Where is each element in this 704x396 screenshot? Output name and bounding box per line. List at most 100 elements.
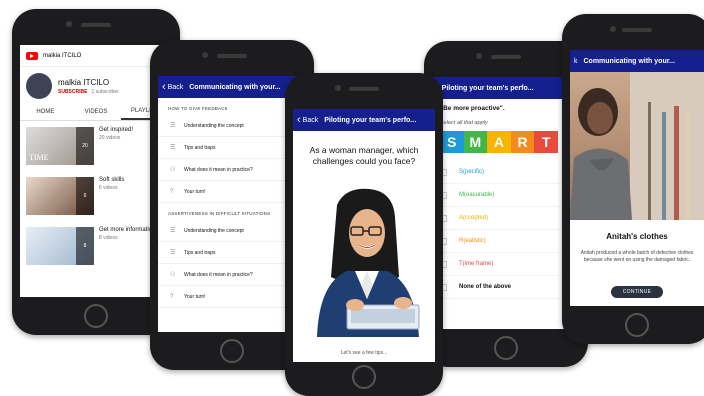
continue-button[interactable]: CONTINUE [611, 286, 663, 298]
section-heading: HOW TO GIVE FEEDBACK [168, 106, 228, 111]
people-icon: ⚇ [170, 167, 176, 173]
question-icon: ? [170, 293, 174, 300]
avatar[interactable] [26, 73, 52, 99]
playlist-count: 8 [76, 227, 94, 265]
question-text: As a woman manager, which challenges cou… [309, 145, 419, 167]
subscriber-count: 1 subscriber [91, 88, 119, 95]
list-icon: ☰ [170, 250, 176, 256]
smart-letter-a: A [487, 131, 511, 153]
answer-option[interactable]: A(ccepted) [432, 207, 580, 230]
option-label: R(ealistic) [459, 238, 486, 244]
camera [202, 52, 208, 58]
scenario-screen: k Communicating with your... Anitah's cl… [570, 50, 704, 306]
channel-name-top: malkia ITCILO [43, 52, 82, 59]
tab-home[interactable]: HOME [20, 105, 71, 119]
lesson-item[interactable]: ? Your turn! [158, 181, 306, 203]
back-button[interactable]: k [574, 58, 578, 65]
lesson-label: Tips and traps [184, 249, 216, 256]
speaker [491, 55, 521, 59]
option-label: None of the above [459, 284, 512, 290]
speaker [622, 28, 652, 32]
lesson-label: What does it mean in practice? [184, 271, 253, 278]
woman-photo-illustration [570, 72, 704, 220]
list-icon: ☰ [170, 228, 176, 234]
lesson-item[interactable]: ⚇ What does it mean in practice? [158, 264, 306, 286]
home-button[interactable] [84, 304, 108, 328]
lesson-item[interactable]: ☰ Tips and traps [158, 137, 306, 159]
smart-screen: ‹ Piloting your team's perfo... "Be more… [432, 77, 580, 329]
lesson-label: Your turn! [184, 188, 206, 195]
card-title: Anitah's clothes [606, 232, 668, 241]
lesson-item[interactable]: ☰ Tips and traps [158, 242, 306, 264]
chevron-left-icon[interactable]: ‹ [162, 81, 166, 93]
playlist-thumbnail: 8 [26, 227, 94, 265]
playlist-meta: 8 videos [99, 235, 118, 241]
lesson-label: Tips and traps [184, 144, 216, 151]
lesson-label: Your turn! [184, 293, 206, 300]
product-showcase: malkia ITCILO ⌕ malkia ITCILO SUBSCRIBE1… [0, 0, 704, 396]
playlist-count: 6 [76, 177, 94, 215]
home-button[interactable] [625, 313, 649, 337]
channel-subscription: SUBSCRIBE 1 subscriber [58, 89, 119, 95]
question-icon: ? [170, 188, 174, 195]
quote-text: "Be more proactive". [440, 105, 505, 112]
home-button[interactable] [494, 336, 518, 360]
feedback-screen: ‹ Back Communicating with your... HOW TO… [158, 76, 306, 332]
answer-option[interactable]: R(ealistic) [432, 230, 580, 253]
nav-title: Communicating with your... [189, 83, 281, 91]
option-label: A(ccepted) [459, 215, 489, 221]
lesson-item[interactable]: ☰ Understanding the concept [158, 115, 306, 137]
playlist-title: Soft skills [99, 177, 125, 183]
lesson-label: Understanding the concept [184, 227, 244, 234]
option-label: M(easurable) [459, 192, 495, 198]
speaker [349, 87, 379, 91]
home-button[interactable] [352, 365, 376, 389]
nav-title: Piloting your team's perfo... [441, 84, 534, 92]
nav-bar: ‹ Back Piloting your team's perfo... [293, 109, 435, 131]
phone-question: ‹ Back Piloting your team's perfo... As … [285, 73, 443, 396]
nav-bar: ‹ Piloting your team's perfo... [432, 77, 580, 99]
camera [610, 26, 616, 32]
woman-manager-illustration [317, 188, 420, 337]
playlist-meta: 20 videos [99, 135, 121, 141]
smart-banner: S M A R T [440, 131, 558, 153]
answer-option[interactable]: T(ime frame) [432, 253, 580, 276]
section-heading: ASSERTIVENESS IN DIFFICULT SITUATIONS [168, 211, 271, 216]
option-label: T(ime frame) [459, 261, 494, 267]
nav-title: Piloting your team's perfo... [324, 116, 417, 124]
smart-letter-s: S [440, 131, 464, 153]
question-screen: ‹ Back Piloting your team's perfo... As … [293, 109, 435, 362]
smart-letter-m: M [463, 131, 488, 153]
thumbnail-caption: TIME [29, 153, 49, 162]
playlist-count: 20 [76, 127, 94, 165]
youtube-logo-icon [26, 51, 38, 60]
subscribe-button[interactable]: SUBSCRIBE [58, 89, 87, 95]
answer-option[interactable]: S(pecific) [432, 161, 580, 184]
card-text: Anitah produced a whole batch of defecti… [580, 250, 694, 263]
lesson-item[interactable]: ☰ Understanding the concept [158, 220, 306, 242]
nav-title: Communicating with your... [583, 57, 675, 65]
chevron-left-icon[interactable]: ‹ [297, 114, 301, 126]
back-button[interactable]: Back [168, 84, 184, 91]
back-button[interactable]: Back [303, 117, 319, 124]
smart-letter-r: R [510, 131, 535, 153]
answer-option[interactable]: M(easurable) [432, 184, 580, 207]
instruction-text: Select all that apply [440, 120, 488, 126]
lesson-label: Understanding the concept [184, 122, 244, 129]
lesson-item[interactable]: ⚇ What does it mean in practice? [158, 159, 306, 181]
smart-letter-t: T [534, 131, 558, 153]
nav-bar: k Communicating with your... [570, 50, 704, 72]
playlist-meta: 6 videos [99, 185, 118, 191]
home-button[interactable] [220, 339, 244, 363]
tips-link[interactable]: Let's see a few tips... [293, 350, 435, 356]
answer-option[interactable]: None of the above [432, 276, 580, 299]
camera [335, 85, 341, 91]
nav-bar: ‹ Back Communicating with your... [158, 76, 306, 98]
list-icon: ☰ [170, 123, 176, 129]
lesson-label: What does it mean in practice? [184, 166, 253, 173]
tab-videos[interactable]: VIDEOS [71, 105, 122, 119]
people-icon: ⚇ [170, 272, 176, 278]
playlist-title: Get more informatio [99, 227, 153, 233]
option-label: S(pecific) [459, 169, 485, 175]
lesson-item[interactable]: ? Your turn! [158, 286, 306, 308]
